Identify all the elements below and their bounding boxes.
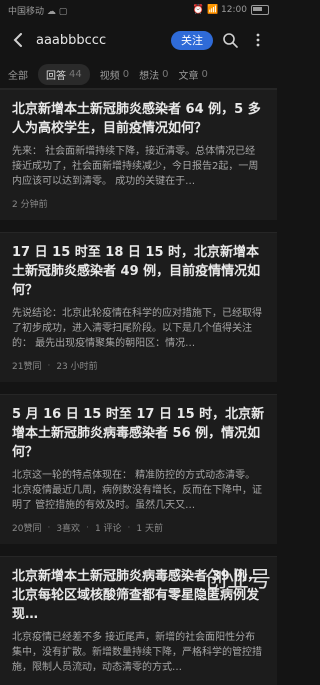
meta-separator: · <box>47 360 51 371</box>
tab-count: 0 <box>162 68 169 80</box>
status-left: 中国移动 ☁ ▢ <box>8 6 68 17</box>
tab-answers[interactable]: 回答 44 <box>38 63 90 85</box>
back-button[interactable] <box>8 29 30 51</box>
tab-count: 0 <box>201 68 208 80</box>
search-button[interactable] <box>219 29 241 51</box>
meta-separator: · <box>86 522 89 533</box>
meta-comments: 1 评论 <box>94 524 122 534</box>
tab-label: 回答 <box>46 70 66 82</box>
more-button[interactable] <box>247 29 269 51</box>
profile-tabs: 全部 回答 44 视频 0 想法 0 文章 0 <box>0 60 277 89</box>
tab-count: 0 <box>122 68 130 80</box>
answer-title[interactable]: 17 日 15 时至 18 日 15 时，北京新增本土新冠肺炎感染者 49 例，… <box>12 243 265 300</box>
answer-excerpt: 先来： 社会面新增持续下降，接近清零。总体情况已经接近成功了，社会面新增持续减少… <box>12 146 259 187</box>
tab-count: 44 <box>69 68 82 80</box>
more-vertical-icon <box>256 33 260 47</box>
answer-excerpt: 先说结论：北京此轮疫情在科学的应对措施下，已经取得了初步成功，进入清零扫尾阶段。… <box>12 308 262 349</box>
tab-all[interactable]: 全部 <box>8 67 28 82</box>
tab-articles[interactable]: 文章 0 <box>178 67 207 82</box>
meta-time: 2 分钟前 <box>12 200 48 210</box>
top-bar: aaabbbccc 关注 <box>0 20 277 60</box>
follow-button[interactable]: 关注 <box>171 30 213 50</box>
back-arrow-icon <box>13 33 22 47</box>
answer-meta: 21赞同 · 23 小时前 <box>12 359 265 373</box>
meta-time: 23 小时前 <box>56 362 98 372</box>
answer-meta: 20赞同 · 3喜欢 · 1 评论 · 1 天前 <box>12 521 265 535</box>
tab-label: 视频 <box>99 70 120 82</box>
tab-thoughts[interactable]: 想法 0 <box>139 67 168 82</box>
meta-likes: 3喜欢 <box>56 524 81 534</box>
divider <box>0 220 277 232</box>
answer-card[interactable]: 北京新增本土新冠肺炎感染者 64 例，5 多人为高校学生，目前疫情况如何？ 先来… <box>0 89 277 220</box>
tab-videos[interactable]: 视频 0 <box>100 67 129 82</box>
meta-separator: · <box>127 522 131 533</box>
answer-title[interactable]: 5 月 16 日 15 时至 17 日 15 时，北京新增本土新冠肺炎病毒感染者… <box>12 405 265 462</box>
meta-upvotes: 20赞同 <box>12 524 42 534</box>
watermark-logo: 创业号 <box>204 568 271 593</box>
divider <box>0 382 277 394</box>
answer-card[interactable]: 5 月 16 日 15 时至 17 日 15 时，北京新增本土新冠肺炎病毒感染者… <box>0 394 277 544</box>
meta-separator: · <box>47 522 51 533</box>
meta-time: 1 天前 <box>136 524 163 534</box>
status-right: ⏰ 📶 12:00 <box>193 5 269 15</box>
answer-feed: 北京新增本土新冠肺炎感染者 64 例，5 多人为高校学生，目前疫情况如何？ 先来… <box>0 89 277 685</box>
answer-excerpt: 北京这一轮的特点体现在： 精准防控的方式动态清零。北京疫情最近几周，病例数没有增… <box>12 470 262 511</box>
answer-excerpt: 北京疫情已经差不多 接近尾声，新增的社会面阳性分布集中，没有扩散。新增数量持续下… <box>12 632 262 673</box>
meta-upvotes: 21赞同 <box>12 362 42 372</box>
answer-title[interactable]: 北京新增本土新冠肺炎感染者 64 例，5 多人为高校学生，目前疫情况如何？ <box>12 100 265 138</box>
profile-username: aaabbbccc <box>36 32 107 48</box>
status-time: ⏰ 📶 12:00 <box>192 5 247 15</box>
tab-label: 文章 <box>178 70 199 82</box>
search-icon <box>223 33 238 48</box>
answer-card[interactable]: 17 日 15 时至 18 日 15 时，北京新增本土新冠肺炎感染者 49 例，… <box>0 232 277 382</box>
tab-label: 想法 <box>139 70 160 82</box>
divider <box>0 544 277 556</box>
tab-label: 全部 <box>8 70 28 82</box>
status-bar: 中国移动 ☁ ▢ ⏰ 📶 12:00 <box>0 0 277 20</box>
battery-icon <box>251 5 269 15</box>
answer-meta: 2 分钟前 <box>12 197 265 210</box>
